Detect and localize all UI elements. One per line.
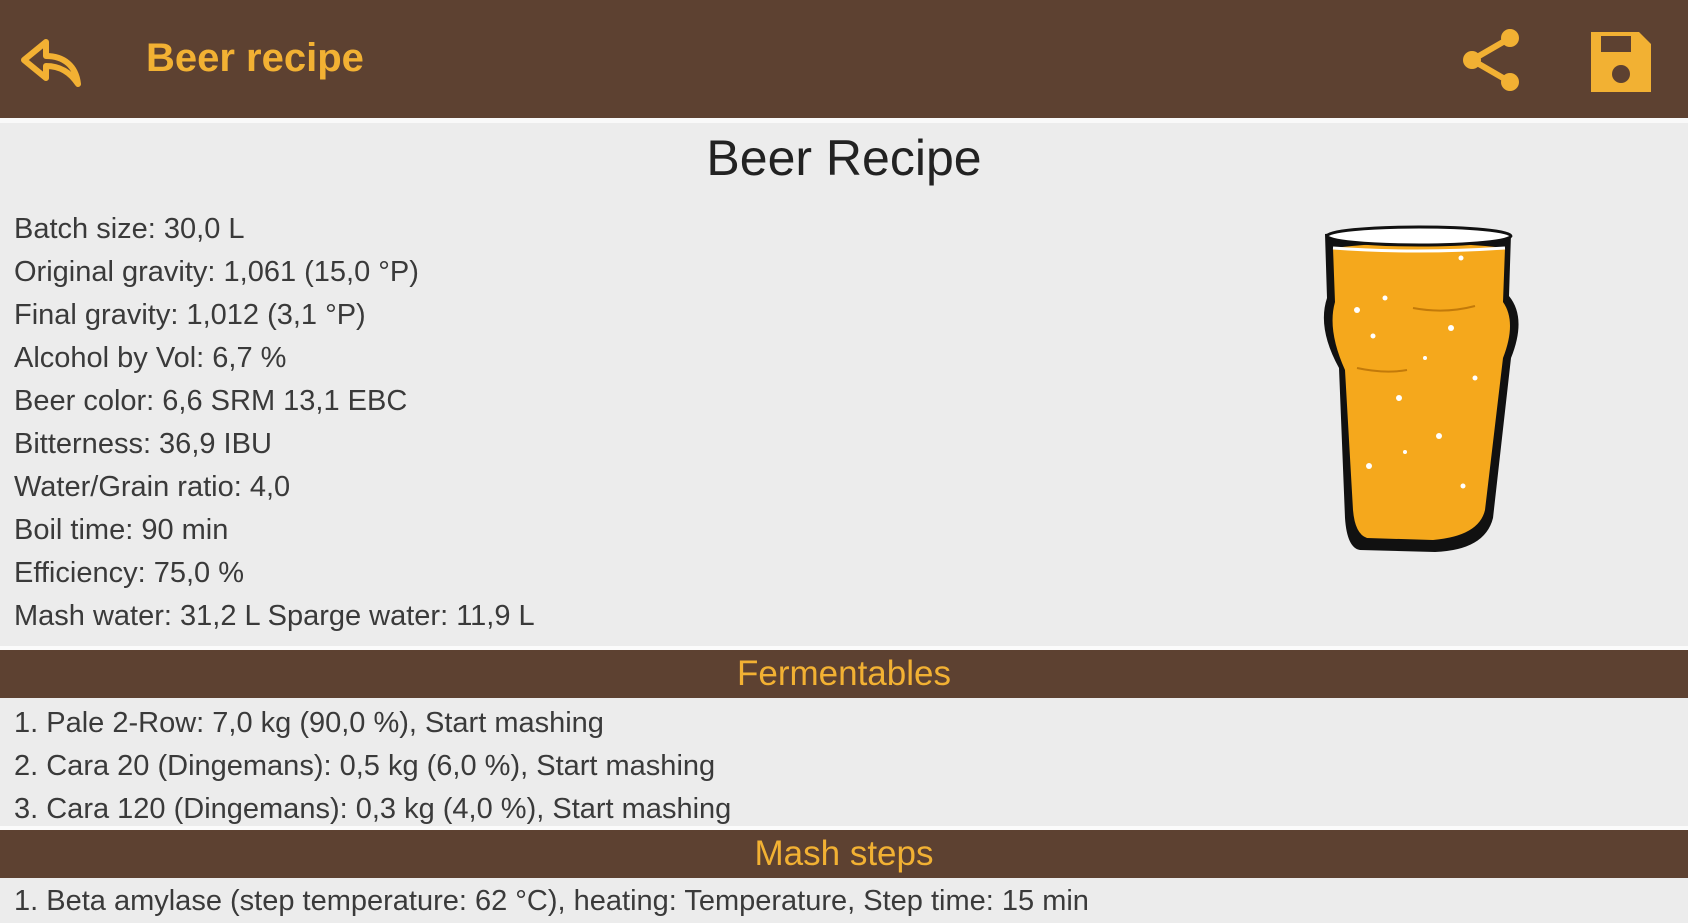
- batch-size: Batch size: 30,0 L: [14, 213, 245, 245]
- fermentable-item: 3. Cara 120 (Dingemans): 0,3 kg (4,0 %),…: [14, 793, 732, 825]
- fermentable-item: 2. Cara 20 (Dingemans): 0,5 kg (6,0 %), …: [14, 750, 716, 782]
- beer-glass-image: [1315, 218, 1525, 553]
- app-bar-divider: [0, 118, 1688, 123]
- alcohol-by-volume: Alcohol by Vol: 6,7 %: [14, 342, 287, 374]
- recipe-info-list: Batch size: 30,0 L Original gravity: 1,0…: [14, 208, 535, 638]
- floppy-disk-icon: [1591, 32, 1651, 92]
- bitterness: Bitterness: 36,9 IBU: [14, 428, 272, 460]
- beer-glass-icon: [1323, 225, 1519, 552]
- recipe-title: Beer Recipe: [706, 130, 982, 186]
- boil-time: Boil time: 90 min: [14, 514, 229, 546]
- share-button[interactable]: [1455, 24, 1527, 96]
- reply-arrow-icon: [21, 39, 81, 87]
- mash-steps-list: 1. Beta amylase (step temperature: 62 °C…: [14, 880, 1089, 923]
- water-grain-ratio: Water/Grain ratio: 4,0: [14, 471, 291, 503]
- mash-steps-header: Mash steps: [0, 830, 1688, 878]
- back-button[interactable]: [18, 30, 88, 94]
- fermentables-list: 1. Pale 2-Row: 7,0 kg (90,0 %), Start ma…: [14, 702, 731, 831]
- app-bar: Beer recipe: [0, 0, 1688, 118]
- save-button[interactable]: [1585, 26, 1657, 98]
- mash-sparge-water: Mash water: 31,2 L Sparge water: 11,9 L: [14, 600, 535, 632]
- beer-color: Beer color: 6,6 SRM 13,1 EBC: [14, 385, 408, 417]
- original-gravity: Original gravity: 1,061 (15,0 °P): [14, 256, 419, 288]
- final-gravity: Final gravity: 1,012 (3,1 °P): [14, 299, 366, 331]
- efficiency: Efficiency: 75,0 %: [14, 557, 244, 589]
- mash-step-item: 1. Beta amylase (step temperature: 62 °C…: [14, 885, 1089, 917]
- fermentables-header: Fermentables: [0, 650, 1688, 698]
- share-icon: [1463, 29, 1519, 91]
- fermentable-item: 1. Pale 2-Row: 7,0 kg (90,0 %), Start ma…: [14, 707, 604, 739]
- app-title: Beer recipe: [146, 36, 364, 80]
